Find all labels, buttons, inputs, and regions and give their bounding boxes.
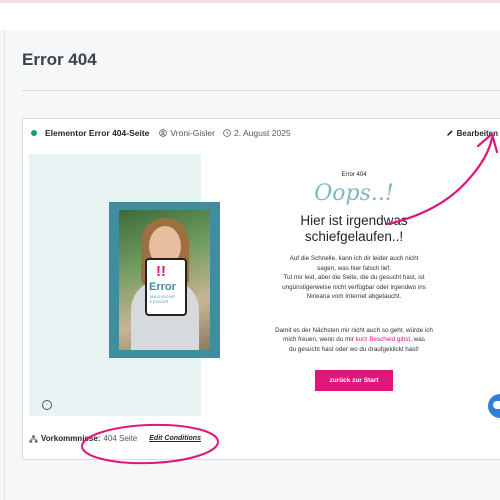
card-title[interactable]: Elementor Error 404-Seite	[45, 128, 149, 138]
page-title: Error 404	[22, 50, 97, 69]
publish-date: 2. August 2025	[233, 128, 291, 138]
info-icon[interactable]: ◦	[42, 400, 52, 410]
photo: !! Error MAGISCHE FEHLER	[119, 210, 210, 350]
text-line: Auf die Schnelle, kann ich dir leider au…	[289, 255, 419, 262]
error-label: Error 404	[341, 172, 367, 178]
card-footer: Vorkommnisse: 404 Seite Edit Conditions	[29, 434, 201, 443]
date-meta: 2. August 2025	[223, 128, 291, 138]
headline-line: Hier ist irgendwas	[300, 213, 408, 228]
clock-icon	[223, 129, 231, 137]
headline-line: schiefgelaufen..!	[304, 229, 404, 244]
headline: Hier ist irgendwas schiefgelaufen..!	[239, 213, 469, 245]
feedback-link[interactable]: kurz Bescheid gibst	[356, 336, 411, 343]
explanation-text: Auf die Schnelle, kann ich dir leider au…	[239, 254, 469, 302]
tablet-mark: !!	[156, 263, 166, 280]
photo-frame: !! Error MAGISCHE FEHLER	[109, 202, 220, 358]
user-icon	[159, 129, 168, 137]
divider	[4, 30, 5, 500]
status-dot	[31, 130, 37, 136]
text-line: mich freuen, wenn du mir kurz Bescheid g…	[239, 335, 469, 345]
text-line: du gesucht hast oder wo du draufgeklickt…	[289, 345, 419, 353]
tablet-subtext: MAGISCHE FEHLER	[150, 294, 176, 304]
back-home-button[interactable]: zurück zur Start	[315, 370, 393, 391]
sitemap-icon	[29, 434, 38, 443]
template-preview[interactable]: !! Error MAGISCHE FEHLER ◦ Error 404 Oop…	[29, 154, 500, 416]
conditions-value: 404 Seite	[103, 434, 138, 443]
conditions-label: Vorkommnisse:	[41, 434, 101, 443]
edit-conditions-link[interactable]: Edit Conditions	[149, 435, 201, 442]
top-accent-bar	[0, 0, 500, 3]
text-line: Tut mir leid, aber die Seite, die du ges…	[283, 274, 425, 281]
pencil-icon	[446, 130, 453, 136]
text-fragment: mich freuen, wenn du mir	[283, 336, 356, 343]
divider	[22, 90, 500, 91]
oops-script: Oops..!	[314, 181, 394, 206]
feedback-text: Damit es der Nächsten mir nicht auch so …	[239, 326, 469, 355]
author-meta: Vroni-Gisler	[159, 128, 215, 138]
tablet-graphic: !! Error MAGISCHE FEHLER	[145, 258, 187, 316]
template-card: Elementor Error 404-Seite Vroni-Gisler 2…	[22, 118, 500, 460]
text-line: ungünstigerweise nicht verfügbar oder ir…	[282, 283, 426, 291]
text-fragment: , was	[410, 336, 425, 343]
edit-label: Bearbeiten	[456, 128, 498, 138]
card-header: Elementor Error 404-Seite Vroni-Gisler 2…	[23, 119, 500, 147]
text-line: Nirwana vom Internet abgetaucht.	[306, 293, 402, 300]
error-content: Error 404 Oops..! Hier ist irgendwas sch…	[239, 172, 469, 391]
tablet-text: Error	[149, 281, 176, 293]
edit-button[interactable]: Bearbeiten	[446, 119, 498, 147]
chat-bubble-inner	[493, 401, 500, 409]
author-name: Vroni-Gisler	[170, 128, 215, 138]
text-line: Damit es der Nächsten mir nicht auch so …	[275, 326, 433, 334]
text-line: sagen, was hier falsch lief.	[317, 264, 391, 272]
